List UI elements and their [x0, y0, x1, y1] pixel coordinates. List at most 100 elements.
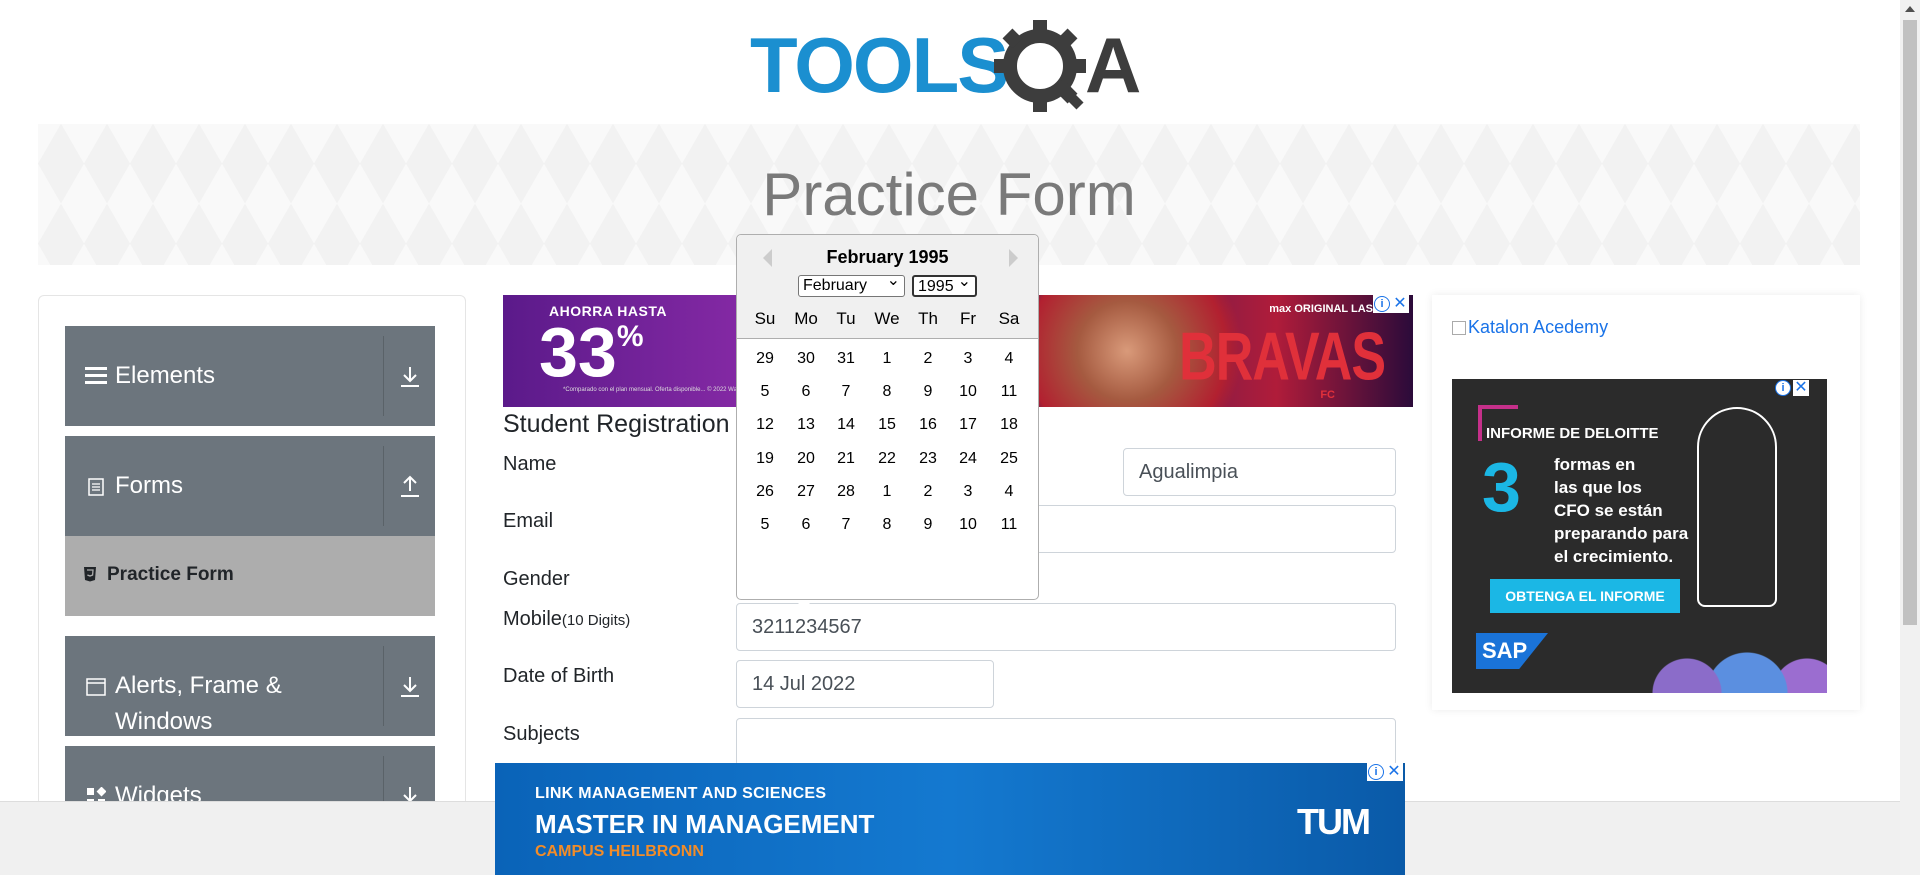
calendar-day[interactable]: 11 [989, 376, 1029, 408]
calendar-day[interactable]: 6 [786, 376, 826, 408]
ad-close-icon[interactable]: ✕ [1392, 296, 1408, 312]
weekday-label: Su [754, 309, 776, 328]
datepicker-header: February 1995 February 1995 Su Mo Tu We … [737, 235, 1038, 339]
ad-cta-button[interactable]: OBTENGA EL INFORME [1490, 579, 1680, 613]
calendar-day[interactable]: 31 [826, 343, 866, 375]
toolsqa-logo[interactable]: TOOLS A [750, 18, 1154, 114]
calendar-day[interactable]: 16 [908, 409, 948, 441]
ad-deloitte[interactable]: INFORME DE DELOITTE 3 formas en las que … [1452, 379, 1827, 693]
calendar-day[interactable]: 2 [908, 476, 948, 508]
calendar-day[interactable]: 15 [867, 409, 907, 441]
calendar-day[interactable]: 26 [745, 476, 785, 508]
page: TOOLS A Practice Form Elements Forms Pra… [0, 0, 1920, 875]
calendar-day[interactable]: 7 [826, 376, 866, 408]
scroll-up-icon[interactable] [1905, 6, 1915, 12]
calendar-day[interactable]: 20 [786, 443, 826, 475]
download-icon[interactable] [395, 362, 425, 392]
scrollbar[interactable] [1900, 0, 1920, 875]
calendar-day[interactable]: 1 [867, 476, 907, 508]
weekday-label: Sa [998, 309, 1020, 328]
calendar-day[interactable]: 13 [786, 409, 826, 441]
calendar-day[interactable]: 14 [826, 409, 866, 441]
calendar-day[interactable]: 11 [989, 509, 1029, 541]
ad-banner-bottom[interactable]: LINK MANAGEMENT AND SCIENCES MASTER IN M… [495, 763, 1405, 875]
calendar-day[interactable]: 21 [826, 443, 866, 475]
ad-title: BRAVAS [1179, 319, 1386, 396]
calendar-day[interactable]: 22 [867, 443, 907, 475]
right-ad-column: Katalon Acedemy INFORME DE DELOITTE 3 fo… [1432, 295, 1860, 710]
ad-text: formas en las que los CFO se están prepa… [1554, 455, 1689, 566]
email-label: Email [503, 510, 554, 532]
subjects-input[interactable] [736, 718, 1396, 766]
dob-input[interactable]: 14 Jul 2022 [736, 660, 994, 708]
sidebar-group-forms[interactable]: Forms [65, 436, 435, 536]
ad-heading: INFORME DE DELOITTE [1486, 425, 1659, 442]
calendar-day[interactable]: 7 [826, 509, 866, 541]
calendar-day[interactable]: 10 [948, 509, 988, 541]
calendar-day[interactable]: 19 [745, 443, 785, 475]
weekday-label: Tu [836, 309, 856, 328]
calendar-day[interactable]: 29 [745, 343, 785, 375]
calendar-day[interactable]: 9 [908, 376, 948, 408]
sidebar-group-elements[interactable]: Elements [65, 326, 435, 426]
ad-title-sub: FC [1320, 389, 1335, 401]
calendar-day[interactable]: 27 [786, 476, 826, 508]
sidebar-item-practice-form[interactable]: Practice Form [65, 536, 435, 616]
upload-icon[interactable] [395, 472, 425, 502]
calendar-day[interactable]: 12 [745, 409, 785, 441]
download-icon[interactable] [395, 672, 425, 702]
svg-text:TOOLS: TOOLS [750, 21, 1007, 109]
next-month-icon[interactable] [1009, 249, 1018, 267]
ad-close-icon[interactable]: ✕ [1386, 764, 1402, 780]
calendar-day[interactable]: 5 [745, 376, 785, 408]
last-name-input[interactable]: Agualimpia [1123, 448, 1396, 496]
ad-clouds [1627, 623, 1827, 693]
calendar-day[interactable]: 5 [745, 509, 785, 541]
katalon-academy-link[interactable]: Katalon Acedemy [1452, 317, 1608, 338]
calendar-day[interactable]: 23 [908, 443, 948, 475]
calendar-day[interactable]: 24 [948, 443, 988, 475]
calendar-day[interactable]: 3 [948, 476, 988, 508]
ad-controls: i ✕ [1373, 295, 1409, 313]
svg-text:A: A [1085, 21, 1141, 109]
divider [383, 336, 384, 416]
calendar-day[interactable]: 25 [989, 443, 1029, 475]
calendar-day[interactable]: 1 [867, 343, 907, 375]
calendar-day[interactable]: 28 [826, 476, 866, 508]
datepicker-current-month: February 1995 [826, 247, 949, 267]
divider [383, 446, 384, 526]
calendar-day[interactable]: 4 [989, 476, 1029, 508]
calendar-day[interactable]: 6 [786, 509, 826, 541]
ad-info-icon[interactable]: i [1374, 296, 1390, 312]
ad-close-icon[interactable]: ✕ [1793, 380, 1809, 396]
calendar-day[interactable]: 3 [948, 343, 988, 375]
calendar-day[interactable]: 9 [908, 509, 948, 541]
ad-number: 3 [1482, 448, 1521, 526]
page-title: Practice Form [762, 161, 1136, 228]
ad-info-icon[interactable]: i [1775, 380, 1791, 396]
scroll-thumb[interactable] [1903, 20, 1917, 625]
sidebar-item-label: Practice Form [107, 564, 234, 585]
month-select[interactable]: February [798, 271, 905, 297]
window-icon [85, 676, 107, 698]
sidebar-group-label: Elements [115, 362, 216, 389]
mobile-input[interactable]: 3211234567 [736, 603, 1396, 651]
gender-label: Gender [503, 568, 570, 590]
ad-controls: i ✕ [1367, 763, 1403, 781]
ad-brand: max ORIGINAL LAS [1269, 303, 1373, 315]
calendar-day[interactable]: 10 [948, 376, 988, 408]
calendar-day[interactable]: 2 [908, 343, 948, 375]
ad-text: LINK MANAGEMENT AND SCIENCES [535, 785, 827, 802]
calendar-day[interactable]: 8 [867, 376, 907, 408]
calendar-day[interactable]: 18 [989, 409, 1029, 441]
form-title: Student Registration [503, 410, 730, 438]
calendar-day[interactable]: 4 [989, 343, 1029, 375]
weekday-label: Fr [959, 309, 977, 328]
sidebar-group-alerts[interactable]: Alerts, Frame & Windows [65, 636, 435, 736]
year-select[interactable]: 1995 [912, 272, 977, 297]
ad-controls: i ✕ [1774, 379, 1810, 397]
ad-info-icon[interactable]: i [1368, 764, 1384, 780]
calendar-day[interactable]: 8 [867, 509, 907, 541]
calendar-day[interactable]: 30 [786, 343, 826, 375]
calendar-day[interactable]: 17 [948, 409, 988, 441]
